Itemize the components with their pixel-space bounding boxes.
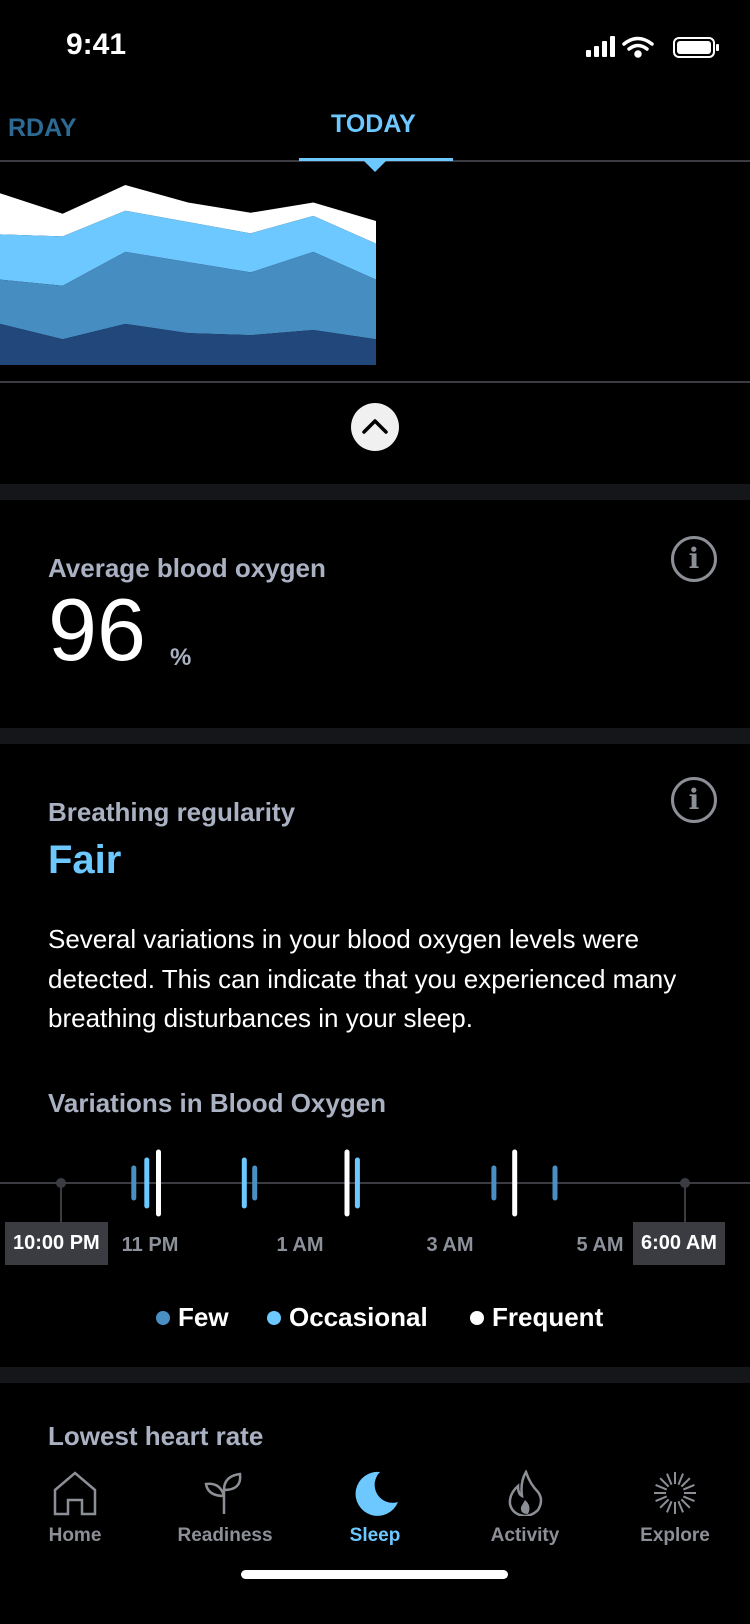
nav-explore[interactable]: Explore [600,1470,750,1547]
timeline-marker-dot [680,1178,690,1188]
sleep-area-chart [0,185,376,365]
legend-label: Frequent [492,1302,604,1332]
legend-few: Few [156,1302,229,1333]
timeline-marker-dot [56,1178,66,1188]
moon-icon [355,1471,398,1516]
status-time: 9:41 [66,28,127,61]
section-gap [0,484,750,500]
battery-icon [673,37,719,58]
nav-label: Explore [640,1525,710,1546]
blood-oxygen-value: 96 [48,580,146,679]
tick-label: 5 AM [576,1234,624,1256]
tick-label: 1 AM [276,1234,324,1256]
home-indicator [241,1570,508,1579]
nav-label: Sleep [349,1525,401,1546]
nav-sleep[interactable]: Sleep [300,1470,450,1547]
legend-label: Few [178,1302,229,1332]
nav-label: Activity [490,1525,560,1546]
blood-oxygen-unit: % [170,644,192,671]
tab-today[interactable]: TODAY [331,110,416,139]
tick-label: 11 PM [121,1234,179,1256]
few-dot [156,1310,170,1325]
variations-title: Variations in Blood Oxygen [48,1088,387,1118]
breathing-status: Fair [48,838,122,882]
legend-occasional: Occasional [267,1302,428,1333]
variations-timeline [0,1149,750,1225]
section-gap [0,1367,750,1383]
tab-pointer [363,160,387,172]
breathing-label: Breathing regularity [48,797,296,827]
info-icon[interactable]: i [671,536,717,582]
frequent-dot [470,1310,484,1325]
start-time-label: 10:00 PM [5,1222,108,1265]
tab-yesterday[interactable]: RDAY [8,114,77,143]
signal-icon [586,36,615,57]
flame-icon [508,1469,543,1518]
wifi-icon [622,36,654,58]
nav-home[interactable]: Home [0,1470,150,1547]
sprout-icon [204,1472,242,1514]
status-icons [586,36,719,58]
legend-label: Occasional [289,1302,428,1332]
nav-readiness[interactable]: Readiness [150,1470,300,1547]
legend-frequent: Frequent [470,1302,603,1333]
nav-label: Home [48,1525,102,1546]
lowest-heart-rate-label: Lowest heart rate [48,1421,264,1451]
nav-activity[interactable]: Activity [450,1469,600,1547]
breathing-description: Several variations in your blood oxygen … [48,924,677,1033]
end-time-label: 6:00 AM [633,1222,725,1265]
chart-divider [0,381,750,383]
nav-label: Readiness [177,1525,273,1546]
home-icon [53,1471,97,1516]
explore-icon [654,1472,696,1514]
section-gap [0,728,750,744]
info-icon[interactable]: i [671,777,717,823]
tick-label: 3 AM [426,1234,474,1256]
collapse-button[interactable] [351,403,399,451]
occasional-dot [267,1310,281,1325]
chevron-up-icon [362,419,388,434]
